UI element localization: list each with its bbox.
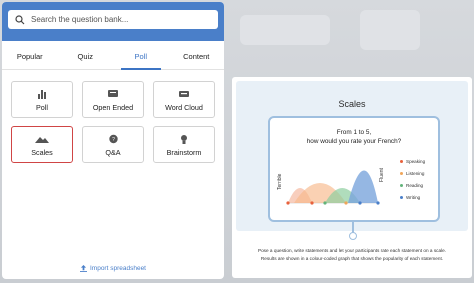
- question-type-grid: Poll Open Ended Word Cloud Scales ? Q&A …: [2, 70, 224, 163]
- card-open-ended[interactable]: Open Ended: [82, 81, 144, 118]
- bar-chart-icon: [38, 90, 46, 99]
- axis-right-label: Fluent: [379, 167, 385, 182]
- background-blob: [360, 10, 420, 50]
- legend-label: Speaking: [406, 158, 426, 164]
- writing-curve: [348, 170, 378, 203]
- preview-title: Scales: [338, 99, 366, 109]
- speaking-point: [286, 201, 290, 205]
- search-bar: Search the question bank...: [2, 2, 224, 41]
- legend-label: Writing: [406, 194, 421, 200]
- search-icon: [15, 14, 25, 24]
- presentation-board: From 1 to 5, how would you rate your Fre…: [268, 116, 440, 222]
- search-placeholder: Search the question bank...: [31, 15, 129, 24]
- card-label: Q&A: [105, 147, 121, 157]
- legend-dot: [400, 195, 403, 199]
- background-blob: [240, 15, 330, 45]
- writing-point: [376, 201, 380, 205]
- card-label: Poll: [36, 102, 48, 112]
- card-label: Brainstorm: [166, 147, 202, 157]
- qa-icon: ?: [108, 134, 118, 143]
- tab-content[interactable]: Content: [169, 44, 225, 69]
- description-line-1: Pose a question, write statements and le…: [257, 248, 447, 253]
- brainstorm-icon: [181, 134, 187, 144]
- description-line-2: Results are shown in a colour-coded grap…: [260, 256, 444, 261]
- card-label: Open Ended: [92, 102, 134, 112]
- cloud-icon: [179, 91, 189, 97]
- axis-left-label: Terrible: [277, 173, 283, 190]
- legend-dot: [400, 159, 403, 163]
- card-word-cloud[interactable]: Word Cloud: [153, 81, 215, 118]
- speaking-point: [310, 201, 314, 205]
- category-tabs: Popular Quiz Poll Content: [2, 44, 224, 70]
- legend-item: Reading: [400, 179, 425, 191]
- tab-poll[interactable]: Poll: [113, 44, 169, 70]
- import-label: Import spreadsheet: [89, 265, 146, 272]
- legend-label: Listening: [406, 170, 425, 176]
- upload-icon: [79, 265, 87, 272]
- legend-label: Reading: [406, 182, 424, 188]
- listening-point: [344, 201, 348, 205]
- scales-icon: [35, 137, 49, 143]
- tab-popular[interactable]: Popular: [2, 44, 58, 69]
- tab-quiz[interactable]: Quiz: [58, 44, 114, 69]
- card-label: Word Cloud: [165, 102, 203, 112]
- preview-area: Scales From 1 to 5, how would you rate y…: [236, 81, 468, 240]
- preview-panel: Scales From 1 to 5, how would you rate y…: [232, 77, 472, 278]
- legend-dot: [400, 171, 403, 175]
- legend-item: Speaking: [400, 155, 425, 167]
- preview-description: Pose a question, write statements and le…: [232, 247, 472, 263]
- card-qa[interactable]: ? Q&A: [82, 126, 144, 163]
- card-scales[interactable]: Scales: [11, 126, 73, 163]
- reading-point: [323, 201, 327, 205]
- card-brainstorm[interactable]: Brainstorm: [153, 126, 215, 163]
- legend-item: Listening: [400, 167, 425, 179]
- svg-text:?: ?: [112, 137, 115, 143]
- graph-legend: Speaking Listening Reading Writing: [400, 155, 425, 203]
- board-knob: [349, 232, 357, 240]
- card-poll[interactable]: Poll: [11, 81, 73, 118]
- search-input[interactable]: Search the question bank...: [8, 10, 218, 29]
- legend-dot: [400, 183, 403, 187]
- question-bank-panel: Search the question bank... Popular Quiz…: [2, 2, 224, 279]
- import-spreadsheet-link[interactable]: Import spreadsheet: [2, 265, 224, 272]
- card-icon: [108, 90, 118, 97]
- legend-item: Writing: [400, 191, 425, 203]
- card-label: Scales: [31, 147, 53, 157]
- writing-point: [358, 201, 362, 205]
